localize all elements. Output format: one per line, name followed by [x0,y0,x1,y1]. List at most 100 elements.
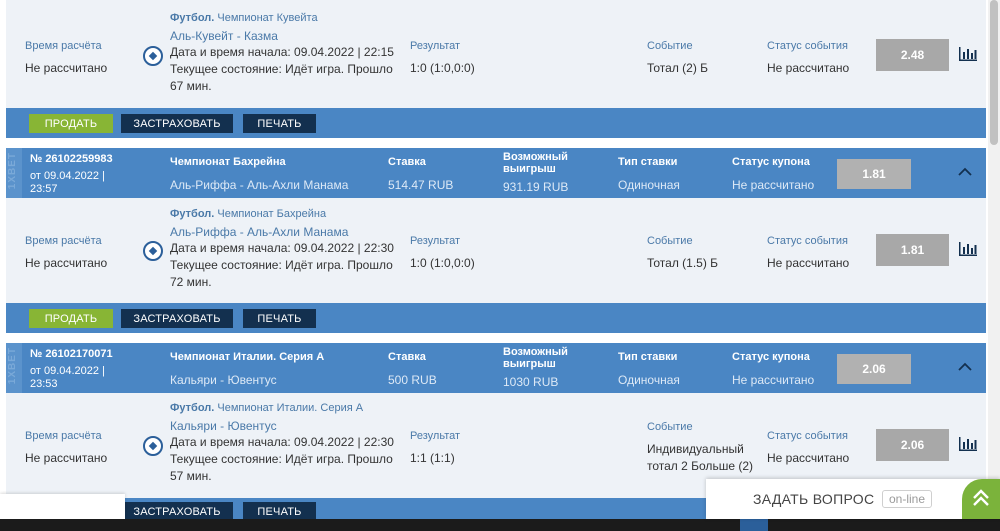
result: Результат 1:0 (1:0,0:0) [410,235,475,270]
print-button[interactable]: ПЕЧАТЬ [243,309,316,328]
result-label: Результат [410,40,461,52]
current-state: Текущее состояние: Идёт игра. Прошло [170,258,393,272]
win-label-line2: выигрыш [503,163,556,175]
ask-question-widget[interactable]: ЗАДАТЬ ВОПРОС on-line [706,479,1000,519]
event-status-label: Статус события [767,40,848,52]
bet-detail-2: Время расчёта Не рассчитано Футбол. Чемп… [6,198,986,303]
sell-button[interactable]: ПРОДАТЬ [29,309,113,328]
bottom-bar [0,519,1000,531]
coupon-status-value: Не рассчитано [732,373,815,387]
odd-value: 2.48 [876,39,949,71]
coupon-status-label: Статус купона [732,156,810,168]
result-value: 1:0 (1:0,0:0) [410,256,475,270]
calc-time-label: Время расчёта [25,235,102,247]
brand-strip: 1XBET [6,343,22,393]
brand-logo: 1XBET [7,152,18,190]
ask-question-title[interactable]: ЗАДАТЬ ВОПРОС [753,491,874,507]
coupon-teams: Кальяри - Ювентус [170,373,277,387]
coupon-number: № 26102170071 [30,348,113,360]
coupon-date: от 09.04.2022 | 23:57 [30,170,105,196]
event-label: Событие [647,421,693,433]
calc-time-label: Время расчёта [25,40,102,52]
result-label: Результат [410,430,461,442]
chevron-up-icon[interactable] [958,360,972,374]
coupon-date-line2: 23:53 [30,378,58,390]
bet-detail-1: Время расчёта Не рассчитано Футбол. Чемп… [6,0,986,108]
event-status-value: Не рассчитано [767,256,850,270]
event-info: Футбол. Чемпионат Италии. Серия А Кальяр… [170,402,394,485]
expand-button[interactable] [962,479,1000,519]
event-status-value: Не рассчитано [767,61,850,75]
insure-button[interactable]: ЗАСТРАХОВАТЬ [121,114,233,133]
action-bar-2: ПРОДАТЬ ЗАСТРАХОВАТЬ ПЕЧАТЬ [6,303,986,333]
coupon-status-value: Не рассчитано [732,178,815,192]
league-name: Чемпионат Италии. Серия А [217,402,364,414]
coupon-teams: Аль-Риффа - Аль-Ахли Манама [170,178,349,192]
teams-link[interactable]: Аль-Риффа - Аль-Ахли Манама [170,225,394,239]
calc-time: Время расчёта Не рассчитано [25,430,107,465]
stake-value: 500 RUB [388,373,437,387]
current-state: Текущее состояние: Идёт игра. Прошло [170,62,393,76]
event-label: Событие [647,40,693,52]
teams-link[interactable]: Аль-Кувейт - Казма [170,29,394,43]
odd-value: 1.81 [876,234,949,266]
bet-type-label: Тип ставки [618,351,678,363]
soccer-ball-icon [143,241,163,261]
start-time: Дата и время начала: 09.04.2022 | 22:15 [170,45,394,59]
teams-link[interactable]: Кальяри - Ювентус [170,419,394,433]
result-value: 1:0 (1:0,0:0) [410,61,475,75]
event-value-line2: тотал 2 Больше (2) [647,459,753,473]
brand-strip: 1XBET [6,148,22,198]
event-value: Индивидуальный [647,442,744,456]
event-info: Футбол. Чемпионат Бахрейна Аль-Риффа - А… [170,208,394,291]
current-state: Текущее состояние: Идёт игра. Прошло [170,452,393,466]
event-info: Футбол. Чемпионат Кувейта Аль-Кувейт - К… [170,12,394,95]
event: Событие Индивидуальный тотал 2 Больше (2… [647,421,753,475]
coupon-header-1[interactable]: 1XBET № 26102259983 от 09.04.2022 | 23:57… [6,148,986,198]
print-button[interactable]: ПЕЧАТЬ [243,114,316,133]
bet-type-value: Одиночная [618,373,680,387]
coupon-odd: 2.06 [837,354,911,384]
event: Событие Тотал (2) Б [647,40,708,75]
calc-time-value: Не рассчитано [25,256,108,270]
result-value: 1:1 (1:1) [410,451,455,465]
event-value: Тотал (1.5) Б [647,256,719,270]
event-value: Тотал (2) Б [647,61,709,75]
bet-history-page: Время расчёта Не рассчитано Футбол. Чемп… [0,0,1000,531]
result: Результат 1:1 (1:1) [410,430,460,465]
event-label: Событие [647,235,693,247]
win-label-line2: выигрыш [503,358,556,370]
coupon-status-label: Статус купона [732,351,810,363]
event-status: Статус события Не рассчитано [767,430,849,465]
coupon-header-2[interactable]: 1XBET № 26102170071 от 09.04.2022 | 23:53… [6,343,986,393]
stake-label: Ставка [388,351,426,363]
sell-button[interactable]: ПРОДАТЬ [29,114,113,133]
calc-time-label: Время расчёта [25,430,102,442]
win-value: 931.19 RUB [503,180,569,194]
stake-label: Ставка [388,156,426,168]
online-badge: on-line [882,490,933,508]
brand-logo: 1XBET [7,347,18,385]
insure-button[interactable]: ЗАСТРАХОВАТЬ [121,309,233,328]
sport-name: Футбол. [170,12,215,24]
win-label-line1: Возможный [503,346,568,358]
coupon-date-line1: от 09.04.2022 | [30,170,105,182]
soccer-ball-icon [143,46,163,66]
chevron-up-icon[interactable] [958,165,972,179]
bar-chart-icon[interactable] [959,47,977,61]
bar-chart-icon[interactable] [959,242,977,256]
coupon-league: Чемпионат Бахрейна [170,156,286,168]
result-label: Результат [410,235,461,247]
start-time: Дата и время начала: 09.04.2022 | 22:30 [170,241,394,255]
bet-type-value: Одиночная [618,178,680,192]
current-state-minutes: 57 мин. [170,469,212,483]
event-status: Статус события Не рассчитано [767,40,849,75]
scrollbar-thumb[interactable] [990,0,998,145]
current-state-minutes: 67 мин. [170,79,212,93]
bar-chart-icon[interactable] [959,437,977,451]
start-time: Дата и время начала: 09.04.2022 | 22:30 [170,435,394,449]
calc-time: Время расчёта Не рассчитано [25,40,107,75]
event-status: Статус события Не рассчитано [767,235,849,270]
league-name: Чемпионат Бахрейна [217,208,327,220]
win-label: Возможный выигрыш [503,346,568,370]
